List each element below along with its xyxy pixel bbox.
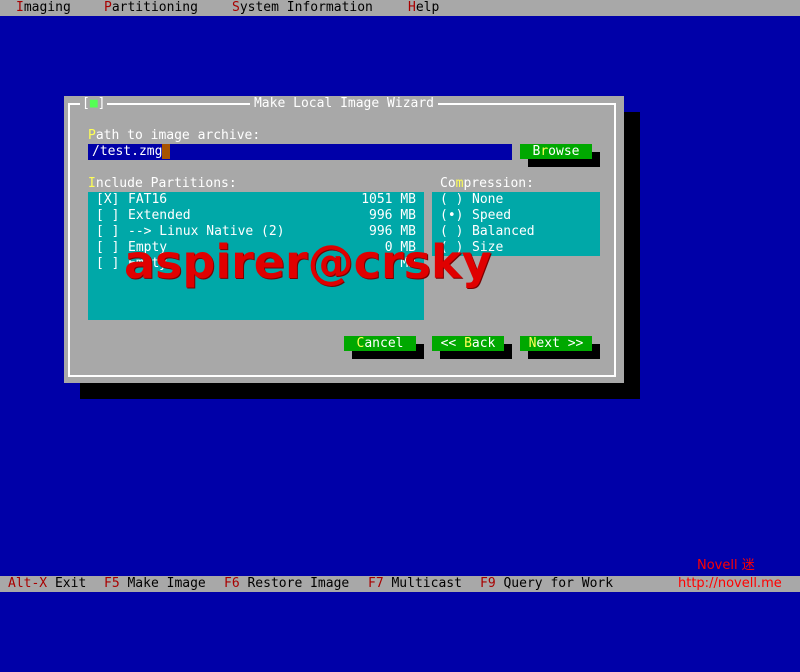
menu-help[interactable]: Help [408,0,439,16]
path-label: Path to image archive: [88,128,261,143]
menu-system-information[interactable]: System Information [232,0,373,16]
fkey-make-image[interactable]: F5 Make Image [104,576,206,592]
partition-checkbox[interactable]: [ ] [96,224,119,240]
text-cursor [162,144,171,159]
image-path-input[interactable]: /test.zmg [88,144,512,160]
partition-checkbox[interactable]: [ ] [96,256,119,272]
screen-bottom [0,592,800,600]
partition-row[interactable]: [X] FAT16 1051 MB [88,192,424,208]
fkey-multicast[interactable]: F7 Multicast [368,576,462,592]
partition-checkbox[interactable]: [ ] [96,208,119,224]
partitions-label: Include Partitions: [88,176,237,191]
compression-option-none[interactable]: ( ) None [432,192,600,208]
watermark-text: aspirer@crsky [124,235,492,289]
close-icon: ■ [89,96,98,111]
menu-partitioning[interactable]: Partitioning [104,0,198,16]
cancel-button[interactable]: Cancel [344,336,416,351]
radio-button[interactable]: (•) [440,208,463,224]
branding-url: http://novell.me [678,576,782,591]
next-button[interactable]: Next >> [520,336,592,351]
fkey-exit[interactable]: Alt-X Exit [8,576,86,592]
dialog-title: Make Local Image Wizard [249,96,438,111]
compression-label: Compression: [440,176,534,191]
menu-bar: Imaging Partitioning System Information … [0,0,800,16]
fkey-restore-image[interactable]: F6 Restore Image [224,576,349,592]
branding-name: Novell 迷 [697,558,755,573]
back-button[interactable]: << Back [432,336,504,351]
partition-checkbox[interactable]: [X] [96,192,119,208]
compression-option-speed[interactable]: (•) Speed [432,208,600,224]
fkey-query-for-work[interactable]: F9 Query for Work [480,576,613,592]
close-button[interactable]: [■] [80,96,108,112]
menu-imaging[interactable]: Imaging [16,0,71,16]
browse-button[interactable]: Browse [520,144,592,159]
partition-row[interactable]: [ ] Extended 996 MB [88,208,424,224]
partition-checkbox[interactable]: [ ] [96,240,119,256]
radio-button[interactable]: ( ) [440,192,463,208]
